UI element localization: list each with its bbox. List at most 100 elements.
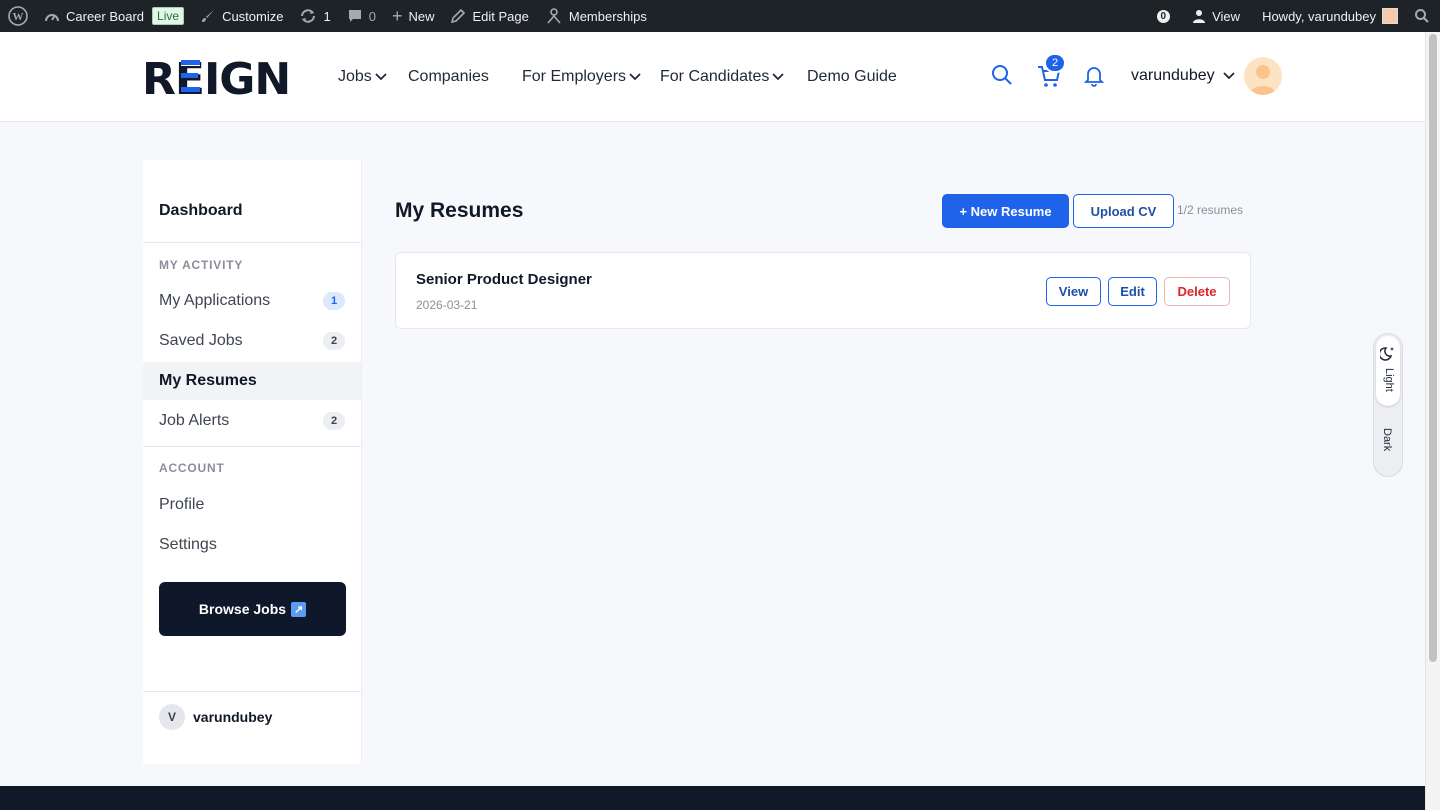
sidebar-item-saved-jobs[interactable]: Saved Jobs 2 [143, 322, 361, 360]
theme-toggle: Light Dark [1373, 333, 1403, 477]
plus-icon: + [391, 5, 403, 26]
dashboard-sidebar: Dashboard MY ACTIVITY My Applications 1 … [143, 160, 362, 764]
admin-site-link[interactable]: Career Board Live [36, 0, 192, 32]
avatar: V [159, 704, 185, 730]
admin-new-link[interactable]: + New [384, 0, 443, 32]
live-badge: Live [152, 7, 185, 25]
new-resume-button[interactable]: + New Resume [942, 194, 1069, 228]
nav-for-employers[interactable]: For Employers [522, 64, 641, 90]
sidebar-user-name: varundubey [193, 709, 273, 725]
admin-comments-link[interactable]: 0 [339, 0, 384, 32]
reign-logo[interactable]: REIGN [142, 54, 294, 105]
sidebar-item-settings[interactable]: Settings [143, 526, 361, 564]
sidebar-item-label: My Applications [159, 292, 271, 309]
nav-employers-label: For Employers [522, 68, 627, 85]
nav-demo-guide[interactable]: Demo Guide [807, 64, 897, 90]
section-my-activity: MY ACTIVITY [159, 258, 244, 272]
customize-label: Customize [222, 8, 284, 24]
comments-count: 0 [368, 8, 376, 24]
resume-count: 1/2 resumes [1177, 203, 1244, 217]
edit-page-label: Edit Page [472, 8, 529, 24]
view-label: View [1212, 8, 1241, 24]
divider [143, 446, 361, 447]
user-icon [1192, 9, 1206, 23]
edit-resume-button[interactable]: Edit [1108, 277, 1157, 306]
new-label: New [408, 8, 435, 24]
header-user-name: varundubey [1131, 67, 1215, 84]
updates-count: 1 [323, 8, 331, 24]
count-badge: 2 [323, 412, 345, 430]
nav-candidates-label: For Candidates [660, 68, 770, 85]
admin-account-menu[interactable]: Howdy, varundubey [1254, 0, 1406, 32]
paintbrush-icon [200, 8, 216, 24]
sidebar-item-label: Job Alerts [159, 412, 230, 429]
upload-cv-button[interactable]: Upload CV [1073, 194, 1174, 228]
chevron-down-icon [375, 68, 387, 86]
nav-companies-label: Companies [408, 68, 489, 85]
nav-for-candidates[interactable]: For Candidates [660, 64, 785, 90]
admin-edit-page-link[interactable]: Edit Page [442, 0, 536, 32]
page-title: My Resumes [395, 199, 524, 222]
moon-star-icon [1378, 345, 1396, 366]
cart-count-badge: 2 [1044, 53, 1066, 73]
admin-customize-link[interactable]: Customize [192, 0, 291, 32]
svg-text:W: W [13, 11, 24, 23]
sidebar-item-label: Settings [159, 536, 217, 553]
theme-light-option[interactable]: Light [1376, 336, 1400, 406]
sidebar-item-job-alerts[interactable]: Job Alerts 2 [143, 402, 361, 440]
nav-companies[interactable]: Companies [408, 64, 489, 90]
comment-bubble-icon [347, 8, 363, 24]
memberships-label: Memberships [568, 8, 647, 24]
sidebar-item-label: My Resumes [159, 372, 257, 389]
sidebar-item-label: Saved Jobs [159, 332, 243, 349]
dashboard-gauge-icon [44, 9, 60, 23]
admin-notifications[interactable]: 0 [1149, 0, 1185, 32]
theme-dark-label: Dark [1381, 428, 1393, 452]
count-badge: 1 [323, 292, 345, 310]
admin-updates-link[interactable]: 1 [291, 0, 338, 32]
section-account: ACCOUNT [159, 461, 225, 475]
header-search-icon[interactable] [990, 52, 1014, 92]
memberships-icon [545, 7, 563, 25]
site-name: Career Board [66, 8, 145, 24]
nav-demo-guide-label: Demo Guide [807, 68, 897, 85]
chevron-down-icon [1223, 67, 1235, 84]
sidebar-item-my-resumes[interactable]: My Resumes [143, 362, 361, 400]
sidebar-item-label: Profile [159, 496, 205, 513]
notifications-bell-icon[interactable] [1082, 52, 1106, 92]
pencil-icon [450, 8, 466, 24]
updates-refresh-icon [299, 8, 317, 24]
page-scrollbar[interactable] [1425, 32, 1440, 810]
delete-resume-button[interactable]: Delete [1164, 277, 1230, 306]
external-arrow-icon: ↗ [291, 601, 307, 617]
theme-light-label: Light [1383, 368, 1395, 392]
sidebar-item-profile[interactable]: Profile [143, 486, 361, 524]
browse-jobs-button[interactable]: Browse Jobs ↗ [159, 582, 346, 636]
resume-date: 2026-03-21 [416, 298, 478, 312]
chevron-down-icon [772, 68, 785, 86]
view-resume-button[interactable]: View [1046, 277, 1101, 306]
divider [143, 691, 361, 692]
count-badge: 2 [323, 332, 345, 350]
nav-jobs[interactable]: Jobs [338, 64, 387, 90]
theme-dark-option[interactable]: Dark [1376, 414, 1400, 472]
header-user-menu[interactable]: varundubey [1131, 67, 1235, 85]
wordpress-logo-icon[interactable]: W [0, 0, 36, 32]
notifications-count: 0 [1156, 9, 1171, 23]
resume-card: Senior Product Designer 2026-03-21 View … [395, 252, 1251, 329]
admin-view-link[interactable]: View [1184, 0, 1254, 32]
header-avatar[interactable] [1244, 57, 1282, 95]
sidebar-title: Dashboard [159, 202, 243, 219]
sidebar-item-my-applications[interactable]: My Applications 1 [143, 282, 361, 320]
admin-search-icon[interactable] [1406, 0, 1440, 32]
logo-text: REIGN [142, 56, 290, 98]
admin-bar: W Career Board Live Customize 1 0 + New … [0, 0, 1440, 32]
browse-jobs-label: Browse Jobs [198, 601, 287, 617]
howdy-label: Howdy, varundubey [1262, 8, 1376, 24]
admin-memberships-link[interactable]: Memberships [537, 0, 655, 32]
chevron-down-icon [629, 68, 641, 86]
site-footer [0, 786, 1425, 810]
scrollbar-thumb[interactable] [1429, 34, 1437, 662]
admin-avatar [1382, 8, 1398, 24]
divider [143, 242, 361, 243]
